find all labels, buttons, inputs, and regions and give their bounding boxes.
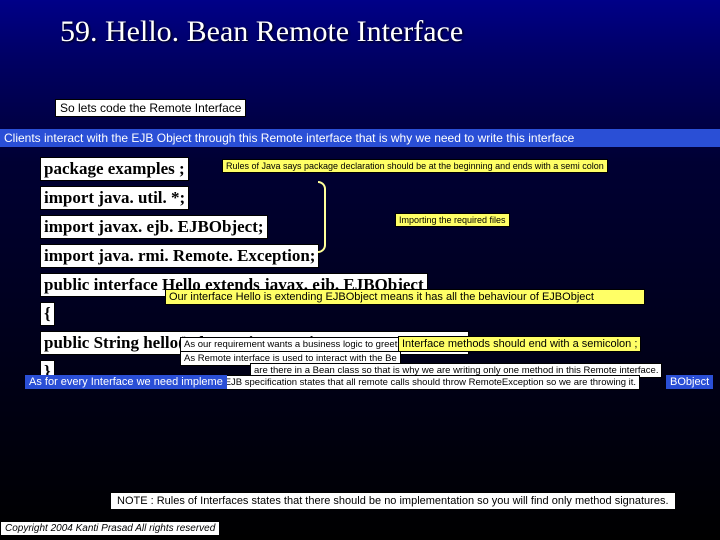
note-extends: Our interface Hello is extending EJBObje… (165, 289, 645, 305)
note-semicolon: Interface methods should end with a semi… (398, 336, 641, 352)
brace-decoration (318, 181, 326, 253)
note-package: Rules of Java says package declaration s… (222, 159, 608, 173)
slide-title: 59. Hello. Bean Remote Interface (0, 0, 720, 49)
bottom-note: NOTE : Rules of Interfaces states that t… (110, 492, 676, 510)
code-line-6: { (40, 302, 55, 326)
bluesub-left: As for every Interface we need impleme (25, 375, 227, 389)
code-block: package examples ; import java. util. *;… (40, 157, 720, 389)
copyright: Copyright 2004 Kanti Prasad All rights r… (0, 521, 220, 536)
bluesub-right: BObject (666, 375, 713, 389)
code-line-2: import java. util. *; (40, 186, 189, 210)
code-line-1: package examples ; (40, 157, 189, 181)
intro-text: So lets code the Remote Interface (55, 99, 246, 117)
banner-text: Clients interact with the EJB Object thr… (0, 129, 720, 147)
code-line-4: import java. rmi. Remote. Exception; (40, 244, 319, 268)
note-ejbspec: Note EJB specification states that all r… (198, 375, 640, 390)
note-requirement: As our requirement wants a business logi… (180, 337, 401, 352)
note-imports: Importing the required files (395, 213, 510, 227)
code-line-3: import javax. ejb. EJBObject; (40, 215, 268, 239)
